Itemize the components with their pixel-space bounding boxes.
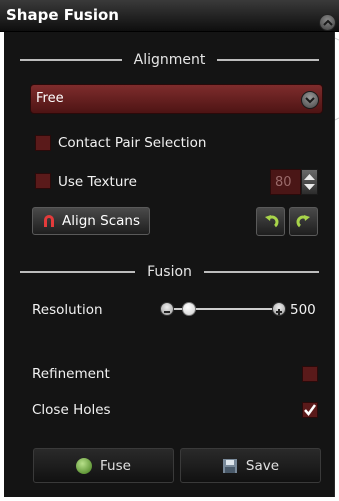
redo-icon [296, 214, 310, 227]
contact-pair-label: Contact Pair Selection [58, 135, 207, 151]
dropdown-arrow-button[interactable] [301, 91, 319, 109]
fuse-label: Fuse [100, 457, 131, 474]
chevron-up-icon [322, 19, 333, 26]
use-texture-checkbox[interactable] [35, 173, 51, 189]
divider [203, 271, 320, 273]
fusion-header-label: Fusion [147, 264, 192, 280]
fuse-button[interactable]: Fuse [33, 448, 174, 483]
redo-button[interactable] [289, 207, 318, 236]
contact-pair-checkbox[interactable] [35, 135, 51, 151]
panel-title: Shape Fusion [6, 6, 119, 24]
collapse-button[interactable] [319, 14, 336, 31]
save-label: Save [245, 457, 280, 474]
undo-icon [264, 214, 278, 227]
resolution-label: Resolution [32, 302, 103, 318]
close-holes-checkbox[interactable] [302, 402, 318, 418]
close-holes-label: Close Holes [32, 402, 111, 418]
chevron-down-icon [305, 97, 315, 104]
texture-spinner[interactable] [301, 169, 318, 195]
divider [20, 59, 122, 61]
undo-button[interactable] [256, 207, 285, 236]
alignment-mode-dropdown[interactable]: Free [30, 84, 323, 114]
checkmark-icon [304, 404, 317, 417]
divider [20, 271, 136, 273]
shape-fusion-panel [4, 6, 335, 497]
save-icon [222, 458, 237, 473]
panel-title-bar: Shape Fusion [0, 0, 339, 32]
refinement-checkbox[interactable] [302, 366, 318, 382]
save-button[interactable]: Save [180, 448, 321, 483]
resolution-value: 500 [290, 302, 316, 318]
slider-increase-button[interactable] [272, 302, 286, 316]
alignment-header-label: Alignment [133, 52, 206, 68]
spinner-arrows-icon [304, 174, 315, 190]
alignment-section-header: Alignment [20, 50, 320, 70]
alignment-mode-value: Free [36, 91, 64, 106]
magnet-icon [43, 215, 54, 227]
plus-icon [276, 309, 282, 315]
use-texture-label: Use Texture [58, 174, 137, 190]
minus-icon [164, 311, 170, 313]
align-scans-button[interactable]: Align Scans [32, 207, 150, 235]
divider [217, 59, 320, 61]
slider-decrease-button[interactable] [160, 302, 174, 316]
texture-value-field[interactable]: 80 [270, 169, 301, 195]
fusion-section-header: Fusion [20, 262, 320, 282]
refinement-label: Refinement [32, 366, 110, 382]
fuse-icon [76, 457, 93, 474]
align-scans-label: Align Scans [61, 213, 140, 229]
